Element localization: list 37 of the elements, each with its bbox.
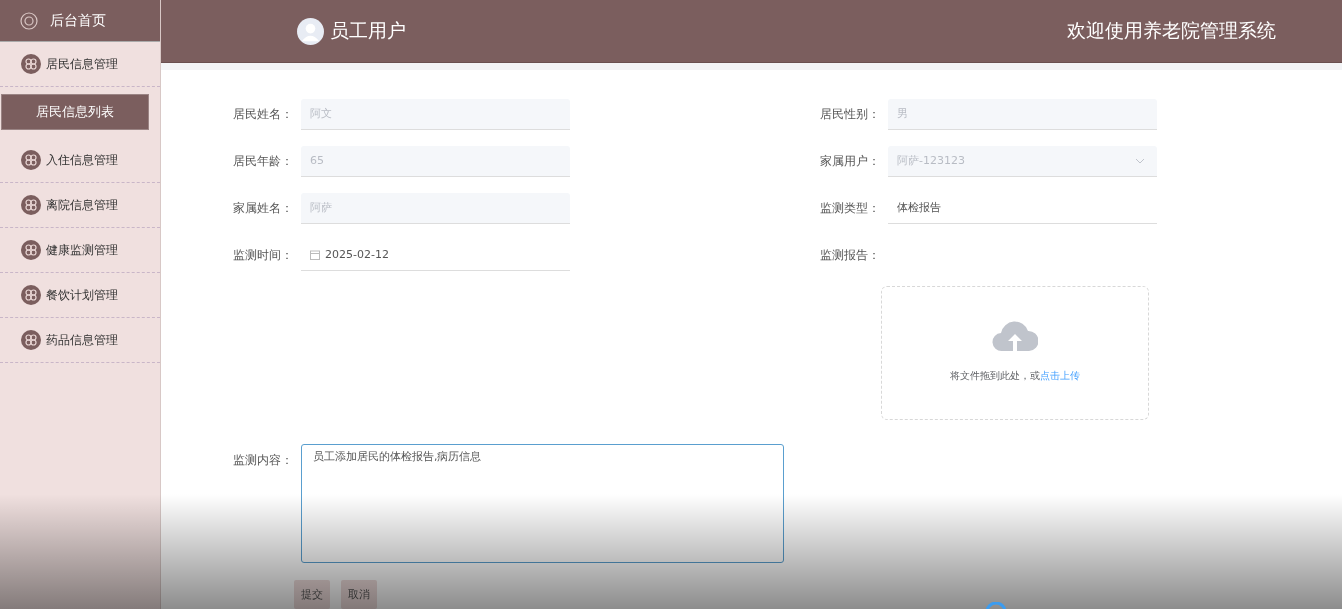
home-link[interactable]: 后台首页	[0, 0, 160, 42]
sidebar-item[interactable]: 餐饮计划管理	[0, 273, 160, 318]
system-title: 欢迎使用养老院管理系统	[1067, 18, 1276, 43]
flower-icon	[21, 54, 41, 74]
field-label: 居民性别：	[820, 105, 881, 123]
form-button[interactable]: 取消	[341, 580, 377, 609]
form-button[interactable]: 提交	[294, 580, 330, 609]
field-label: 居民姓名：	[233, 105, 294, 123]
flower-icon	[21, 330, 41, 350]
sidebar-item[interactable]: 药品信息管理	[0, 318, 160, 363]
field-label: 家属用户：	[820, 152, 881, 170]
flower-icon	[21, 285, 41, 305]
target-icon	[20, 11, 38, 30]
avatar-icon	[297, 17, 324, 45]
content-textarea[interactable]: 员工添加居民的体检报告,病历信息	[301, 444, 784, 563]
sidebar-item[interactable]: 居民信息管理	[0, 42, 160, 87]
user-name: 员工用户	[330, 18, 406, 43]
sidebar-item[interactable]: 健康监测管理	[0, 228, 160, 273]
field-label: 监测报告：	[820, 246, 881, 264]
input-field[interactable]: 体检报告	[888, 192, 1157, 224]
sidebar-item[interactable]: 入住信息管理	[0, 138, 160, 183]
field-label: 监测类型：	[820, 199, 881, 217]
spinner-icon	[985, 602, 1007, 609]
upload-hint: 将文件拖到此处，或点击上传	[950, 369, 1080, 383]
upload-dropzone[interactable]: 将文件拖到此处，或点击上传	[881, 286, 1149, 420]
flower-icon	[21, 240, 41, 260]
field-label: 监测时间：	[233, 246, 294, 264]
calendar-icon	[310, 249, 320, 260]
flower-icon	[21, 195, 41, 215]
submenu-item[interactable]: 居民信息列表	[1, 94, 149, 130]
field-label: 监测内容：	[233, 452, 294, 469]
flower-icon	[21, 150, 41, 170]
date-field[interactable]: 2025-02-12	[301, 239, 570, 271]
field-label: 居民年龄：	[233, 152, 294, 170]
field-label: 家属姓名：	[233, 199, 294, 217]
cloud-upload-icon	[992, 319, 1038, 353]
sidebar-item[interactable]: 离院信息管理	[0, 183, 160, 228]
